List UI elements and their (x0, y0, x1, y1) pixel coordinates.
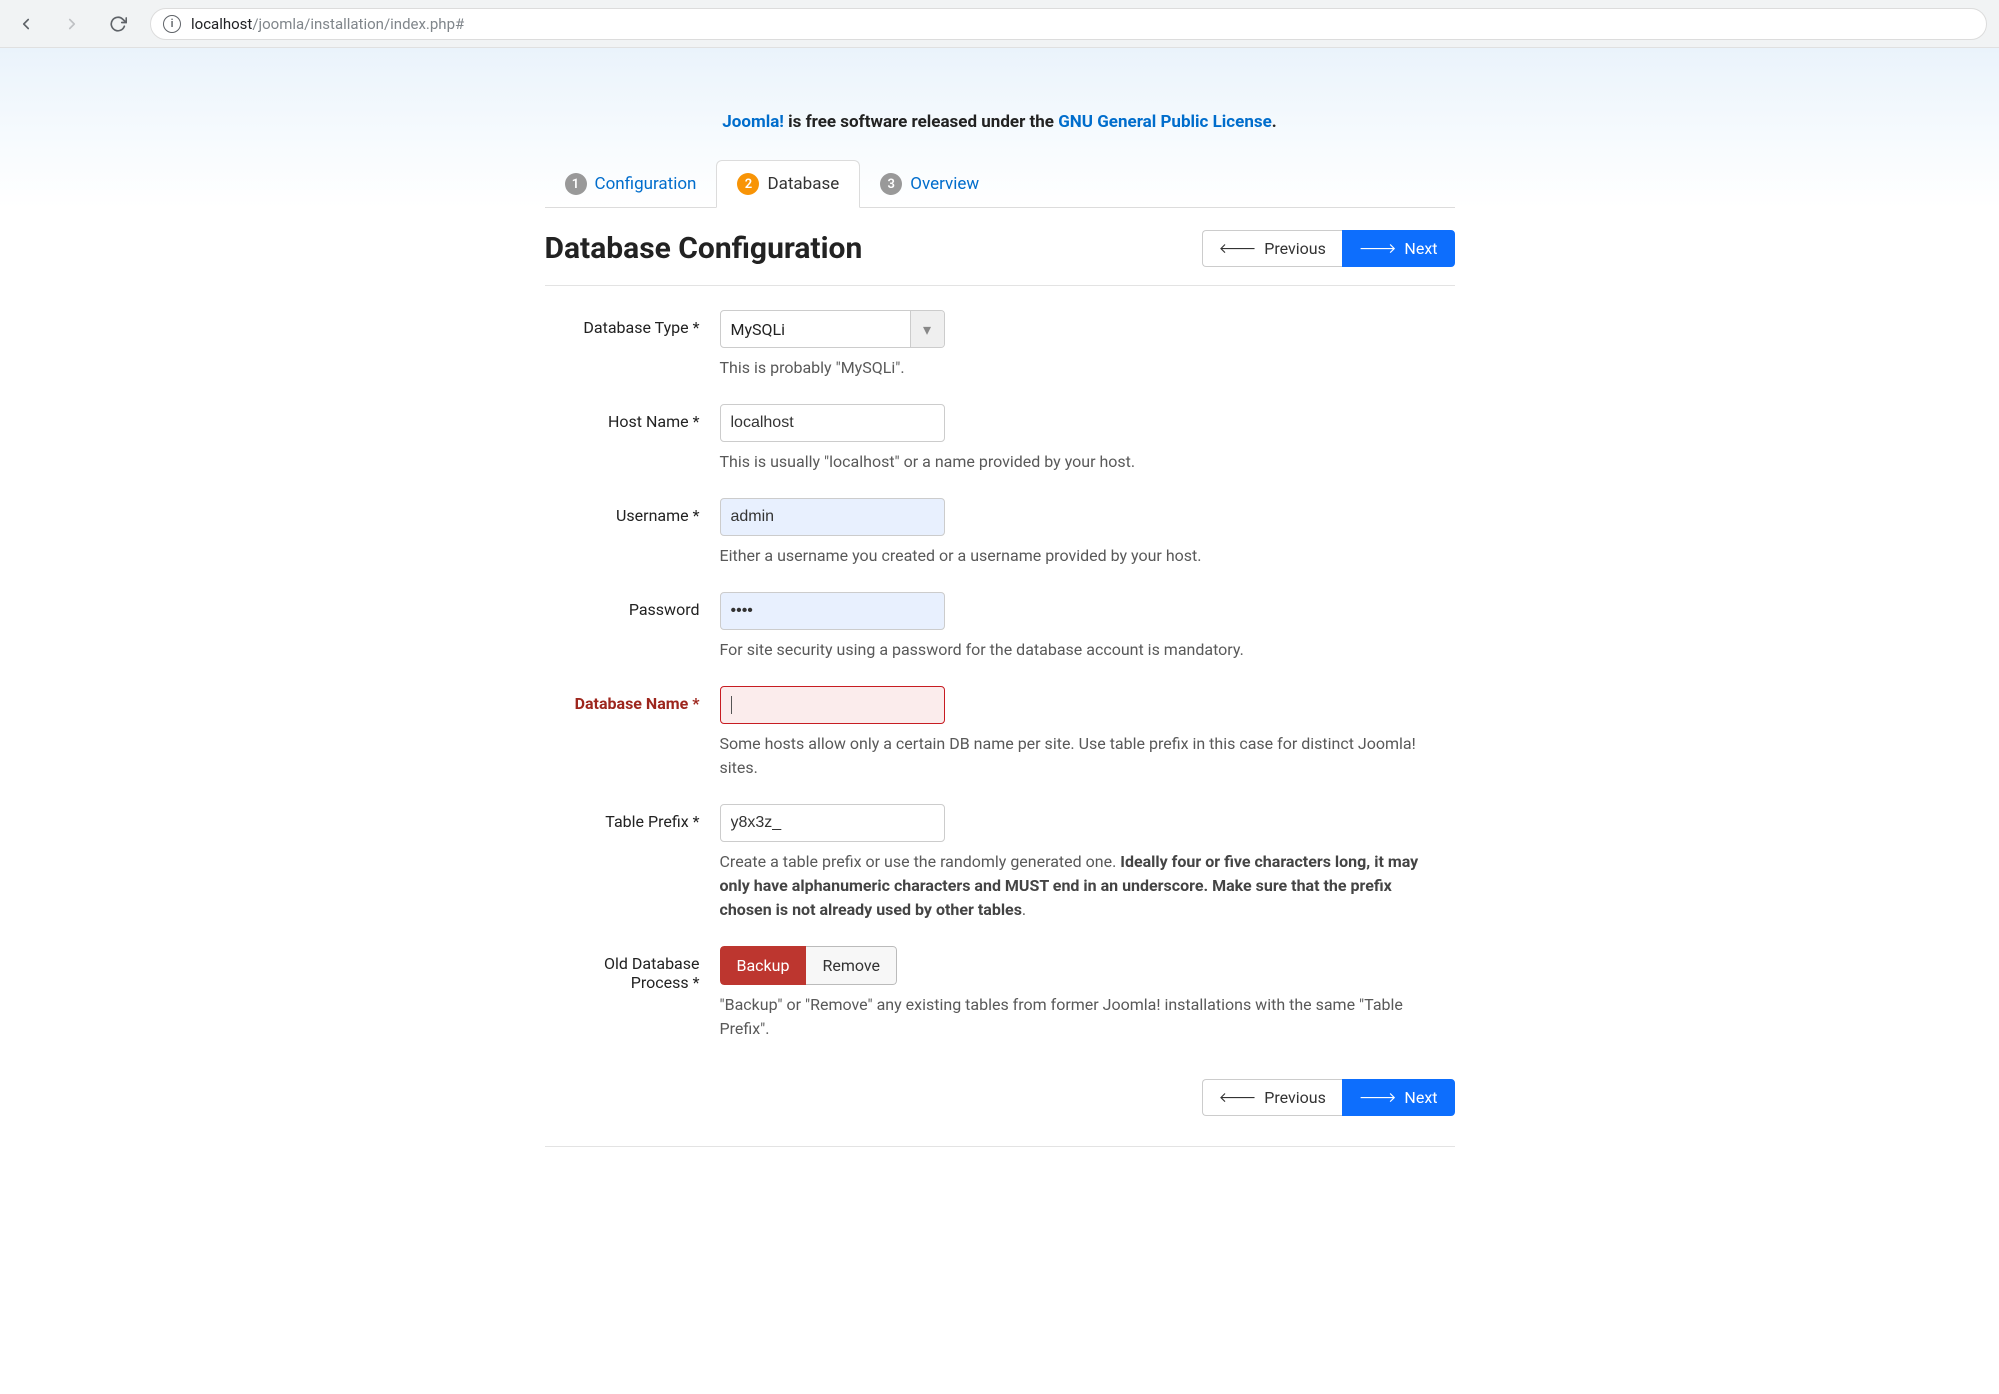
password-input[interactable] (720, 592, 945, 630)
previous-button[interactable]: 🡐 Previous (1202, 230, 1342, 267)
label-table-prefix: Table Prefix * (545, 804, 720, 831)
help-database-name: Some hosts allow only a certain DB name … (720, 732, 1440, 780)
old-db-toggle: Backup Remove (720, 946, 897, 985)
chevron-down-icon: ▾ (910, 311, 944, 347)
tab-badge: 1 (565, 173, 587, 195)
row-table-prefix: Table Prefix * Create a table prefix or … (545, 798, 1455, 940)
help-table-prefix: Create a table prefix or use the randoml… (720, 850, 1440, 922)
label-username: Username * (545, 498, 720, 525)
arrow-left-icon: 🡐 (1219, 240, 1257, 257)
row-database-type: Database Type * MySQLi ▾ This is probabl… (545, 304, 1455, 398)
row-old-database-process: Old Database Process * Backup Remove "Ba… (545, 940, 1455, 1059)
button-label: Next (1404, 1088, 1437, 1107)
nav-buttons-top: 🡐 Previous 🡒 Next (1202, 230, 1455, 267)
separator (545, 285, 1455, 286)
help-host-name: This is usually "localhost" or a name pr… (720, 450, 1440, 474)
address-bar[interactable]: i localhost/joomla/installation/index.ph… (150, 8, 1987, 40)
back-button[interactable] (12, 10, 40, 38)
help-password: For site security using a password for t… (720, 638, 1440, 662)
page-title: Database Configuration (545, 231, 863, 266)
database-form: Database Type * MySQLi ▾ This is probabl… (545, 304, 1455, 1059)
joomla-link[interactable]: Joomla! (722, 112, 784, 132)
database-name-input[interactable] (720, 686, 945, 724)
install-step-tabs: 1 Configuration 2 Database 3 Overview (545, 160, 1455, 208)
button-label: Previous (1264, 239, 1326, 258)
button-label: Next (1404, 239, 1437, 258)
tab-label: Configuration (595, 174, 697, 194)
intro-text: Joomla! is free software released under … (0, 76, 1999, 160)
help-database-type: This is probably "MySQLi". (720, 356, 1440, 380)
row-password: Password For site security using a passw… (545, 586, 1455, 680)
row-host-name: Host Name * This is usually "localhost" … (545, 398, 1455, 492)
table-prefix-input[interactable] (720, 804, 945, 842)
page-header-gradient: Joomla! is free software released under … (0, 48, 1999, 208)
help-old-database-process: "Backup" or "Remove" any existing tables… (720, 993, 1440, 1041)
label-password: Password (545, 592, 720, 619)
gpl-link[interactable]: GNU General Public License (1058, 112, 1272, 132)
nav-buttons-bottom: 🡐 Previous 🡒 Next (545, 1059, 1455, 1146)
row-database-name: Database Name * Some hosts allow only a … (545, 680, 1455, 798)
select-value: MySQLi (721, 311, 910, 347)
page-header-row: Database Configuration 🡐 Previous 🡒 Next (545, 208, 1455, 285)
previous-button[interactable]: 🡐 Previous (1202, 1079, 1342, 1116)
forward-button[interactable] (58, 10, 86, 38)
tab-label: Database (767, 174, 839, 194)
tab-overview[interactable]: 3 Overview (860, 161, 999, 207)
reload-button[interactable] (104, 10, 132, 38)
host-name-input[interactable] (720, 404, 945, 442)
username-input[interactable] (720, 498, 945, 536)
site-info-icon[interactable]: i (163, 15, 181, 33)
arrow-right-icon: 🡒 (1359, 240, 1397, 257)
next-button[interactable]: 🡒 Next (1342, 230, 1455, 267)
tab-configuration[interactable]: 1 Configuration (545, 161, 717, 207)
arrow-left-icon: 🡐 (1219, 1089, 1257, 1106)
row-username: Username * Either a username you created… (545, 492, 1455, 586)
separator (545, 1146, 1455, 1147)
button-label: Previous (1264, 1088, 1326, 1107)
tab-badge: 3 (880, 173, 902, 195)
tab-database[interactable]: 2 Database (716, 160, 860, 208)
tab-badge: 2 (737, 173, 759, 195)
backup-option[interactable]: Backup (720, 946, 807, 985)
next-button[interactable]: 🡒 Next (1342, 1079, 1455, 1116)
text-cursor (731, 696, 732, 714)
help-username: Either a username you created or a usern… (720, 544, 1440, 568)
label-host-name: Host Name * (545, 404, 720, 431)
arrow-right-icon: 🡒 (1359, 1089, 1397, 1106)
database-type-select[interactable]: MySQLi ▾ (720, 310, 945, 348)
url-text: localhost/joomla/installation/index.php# (191, 15, 464, 33)
browser-toolbar: i localhost/joomla/installation/index.ph… (0, 0, 1999, 48)
tab-label: Overview (910, 174, 979, 194)
label-database-name: Database Name * (545, 686, 720, 713)
label-database-type: Database Type * (545, 310, 720, 337)
remove-option[interactable]: Remove (806, 946, 897, 985)
label-old-database-process: Old Database Process * (545, 946, 720, 992)
